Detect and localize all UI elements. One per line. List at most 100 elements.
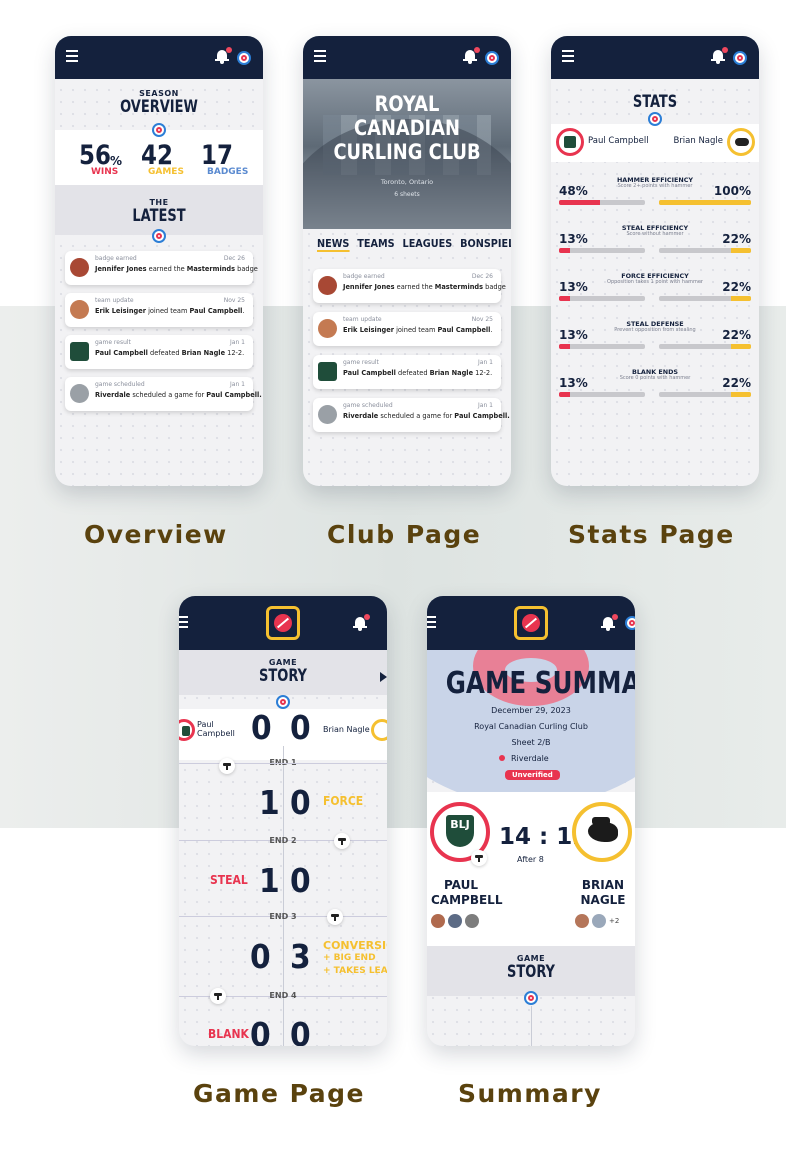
- avatar[interactable]: [431, 914, 445, 928]
- feed-card[interactable]: badge earned Dec 26 Jennifer Jones earne…: [65, 251, 258, 285]
- curling-house-icon[interactable]: [733, 51, 747, 65]
- avatar[interactable]: [592, 914, 606, 928]
- team-logo-icon: [318, 362, 337, 381]
- left-player-name: Paul Campbell: [588, 136, 649, 146]
- feed-text: Paul Campbell defeated Brian Nagle 12-2.: [343, 369, 493, 377]
- stat-left-value: 48%: [559, 184, 588, 198]
- avatar[interactable]: [465, 914, 479, 928]
- top-bar: [427, 596, 635, 650]
- top-bar: [179, 596, 387, 650]
- hammer-icon: [334, 833, 350, 849]
- stat-left-bar: [559, 344, 645, 349]
- feed-card[interactable]: team update Nov 25 Erik Leisinger joined…: [313, 312, 501, 346]
- top-bar: [303, 36, 511, 79]
- end-score-right: 0: [290, 861, 311, 900]
- feed-date: Jan 1: [478, 402, 493, 409]
- hamburger-menu-icon[interactable]: [179, 616, 188, 628]
- wins-caption: WINS: [91, 167, 119, 177]
- team-logo-icon: [70, 342, 89, 361]
- club-name-line: ROYAL: [374, 92, 440, 116]
- feed-date: Jan 1: [230, 339, 245, 346]
- curling-house-icon: [152, 229, 166, 243]
- curling-house-icon[interactable]: [237, 51, 251, 65]
- end-score-right: 0: [290, 783, 311, 822]
- app-logo-icon[interactable]: [266, 606, 300, 640]
- summary-phone: GAME SUMMARY December 29, 2023 Royal Can…: [427, 596, 635, 1046]
- feed-type: badge earned: [343, 273, 385, 280]
- end-tag: STEAL: [210, 873, 248, 887]
- section-title: STORY: [507, 962, 555, 982]
- tab-teams[interactable]: TEAMS: [357, 237, 394, 252]
- bell-icon[interactable]: [353, 614, 370, 632]
- end-score-left: 1: [259, 861, 280, 900]
- hamburger-menu-icon[interactable]: [427, 616, 436, 628]
- bell-icon[interactable]: [215, 47, 232, 65]
- hammer-icon: [471, 850, 487, 866]
- feed-text: Jennifer Jones earned the Masterminds ba…: [343, 283, 506, 291]
- stat-row: STEAL DEFENSE Prevent opposition from ste…: [559, 320, 751, 350]
- feed-card[interactable]: game scheduled Jan 1 Riverdale scheduled…: [65, 377, 262, 411]
- score-right: 0: [290, 708, 311, 747]
- section-title: OVERVIEW: [120, 97, 198, 117]
- stat-right-value: 22%: [722, 328, 751, 342]
- stat-right-value: 100%: [713, 184, 751, 198]
- top-bar: [551, 36, 759, 79]
- feed-date: Nov 25: [471, 316, 493, 323]
- feed-text: Jennifer Jones earned the Masterminds ba…: [95, 265, 258, 273]
- caption-overview: Overview: [84, 520, 228, 549]
- feed-card[interactable]: game result Jan 1 Paul Campbell defeated…: [65, 335, 253, 369]
- curling-house-icon: [276, 695, 290, 709]
- avatar: [318, 276, 337, 295]
- app-logo-icon[interactable]: [514, 606, 548, 640]
- feed-card[interactable]: badge earned Dec 26 Jennifer Jones earne…: [313, 269, 506, 303]
- team-logo-icon: [727, 128, 755, 156]
- stat-row: FORCE EFFICIENCY Opposition takes 1 point…: [559, 272, 751, 302]
- stats-phone: STATS Paul Campbell Brian Nagle HAMMER E…: [551, 36, 759, 486]
- end-score-right: 0: [290, 1015, 311, 1046]
- feed-card[interactable]: game scheduled Jan 1 Riverdale scheduled…: [313, 398, 510, 432]
- feed-date: Jan 1: [230, 381, 245, 388]
- feed-type: game scheduled: [95, 381, 145, 388]
- feed-type: game scheduled: [343, 402, 393, 409]
- bell-icon[interactable]: [711, 47, 728, 65]
- status-badge: Unverified: [505, 770, 560, 780]
- play-icon[interactable]: [380, 672, 387, 682]
- feed-text: Erik Leisinger joined team Paul Campbell…: [95, 307, 245, 315]
- feed-text: Riverdale scheduled a game for Paul Camp…: [95, 391, 262, 399]
- stat-right-value: 22%: [722, 232, 751, 246]
- hamburger-menu-icon[interactable]: [314, 50, 326, 62]
- tab-news[interactable]: NEWS: [317, 237, 350, 252]
- stat-right-bar: [659, 392, 751, 397]
- club-location: Toronto, Ontario: [380, 178, 434, 186]
- curling-house-icon: [524, 991, 538, 1005]
- curling-house-icon[interactable]: [485, 51, 499, 65]
- end-tag: CONVERSION: [323, 939, 387, 952]
- caption-game: Game Page: [193, 1079, 365, 1108]
- stat-left-bar: [559, 296, 645, 301]
- sheet-label: Sheet 2/B: [511, 738, 551, 747]
- game-date: December 29, 2023: [491, 706, 571, 715]
- stat-left-value: 13%: [559, 280, 588, 294]
- bell-icon[interactable]: [463, 47, 480, 65]
- right-player-last: NAGLE: [580, 893, 626, 907]
- location-dot-icon: [499, 755, 505, 761]
- stat-right-value: 22%: [722, 376, 751, 390]
- tab-leagues[interactable]: LEAGUES: [403, 237, 453, 252]
- hamburger-menu-icon[interactable]: [66, 50, 78, 62]
- avatar[interactable]: [575, 914, 589, 928]
- bell-icon[interactable]: [601, 614, 618, 632]
- games-caption: GAMES: [148, 167, 184, 177]
- feed-card[interactable]: team update Nov 25 Erik Leisinger joined…: [65, 293, 253, 327]
- stat-left-value: 13%: [559, 328, 588, 342]
- tab-bonspiels[interactable]: BONSPIELS: [460, 237, 511, 252]
- club-phone: ROYAL CANADIAN CURLING CLUB Toronto, Ont…: [303, 36, 511, 486]
- club-name-line: CANADIAN: [354, 116, 460, 140]
- feed-card[interactable]: game result Jan 1 Paul Campbell defeated…: [313, 355, 501, 389]
- stat-row: STEAL EFFICIENCY Score without hammer 13% 2…: [559, 224, 751, 254]
- end-tag-extra: + TAKES LEAD: [323, 966, 387, 976]
- avatar[interactable]: [448, 914, 462, 928]
- right-player-name: Brian Nagle: [323, 725, 370, 734]
- end-label: END 3: [269, 912, 297, 921]
- curling-house-icon[interactable]: [625, 616, 635, 630]
- hamburger-menu-icon[interactable]: [562, 50, 574, 62]
